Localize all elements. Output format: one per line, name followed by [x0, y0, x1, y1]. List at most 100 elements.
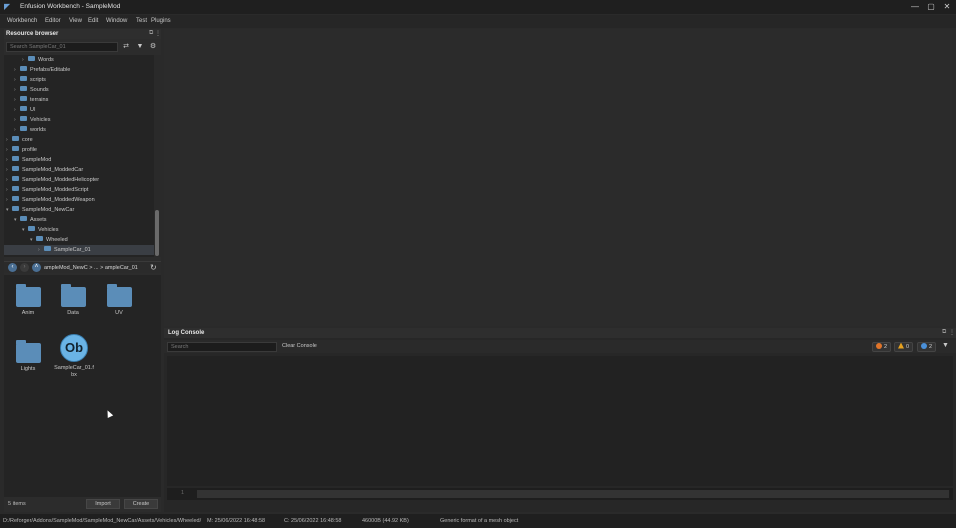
tree-item[interactable]: › profile: [4, 145, 154, 155]
status-path: D:/Reforger/Addons/SampleMod/SampleMod_N…: [3, 518, 202, 524]
tree-item-label: Sounds: [30, 87, 49, 93]
folder-icon: [20, 76, 27, 82]
asset-fbx-samplecar[interactable]: Ob SampleCar_01.f bx: [52, 334, 96, 379]
close-icon[interactable]: ✕: [940, 2, 954, 12]
panel-menu-icon[interactable]: ⋮: [155, 30, 161, 37]
error-icon: [876, 342, 882, 349]
log-filter-icon[interactable]: ▼: [942, 342, 949, 349]
log-toolbar: Search Clear Console 2 0 2 ▼: [164, 340, 956, 353]
app-logo-icon: ◤: [4, 2, 11, 11]
up-icon[interactable]: ˄: [32, 263, 41, 272]
clear-console-button[interactable]: Clear Console: [282, 343, 317, 349]
menu-editor[interactable]: Editor: [45, 17, 61, 26]
tree-item[interactable]: › worlds: [4, 125, 154, 135]
log-console-header: Log Console ⧉ ⋮: [164, 328, 956, 338]
breadcrumb[interactable]: ampleMod_NewC > ... > ampleCar_01: [44, 264, 148, 272]
folder-icon: [12, 186, 19, 192]
menu-test[interactable]: Test: [136, 17, 147, 26]
asset-folder-data[interactable]: Data: [51, 284, 95, 317]
folder-icon: [28, 56, 35, 62]
back-icon[interactable]: ‹: [8, 263, 17, 272]
tree-item[interactable]: › SampleMod: [4, 155, 154, 165]
tree-item-label: SampleMod_ModdedCar: [22, 167, 84, 173]
error-counter[interactable]: 2: [872, 342, 892, 352]
resource-footer: 5 items Import Create: [4, 497, 161, 512]
info-counter[interactable]: 2: [917, 342, 937, 352]
menu-plugins[interactable]: Plugins: [151, 17, 171, 26]
resource-search-input[interactable]: Search SampleCar_01: [6, 42, 118, 52]
object-icon: Ob: [60, 334, 88, 362]
command-input[interactable]: [197, 490, 949, 498]
menu-workbench[interactable]: Workbench: [7, 17, 37, 26]
tree-item[interactable]: › SampleMod_ModdedScript: [4, 185, 154, 195]
menu-edit[interactable]: Edit: [88, 17, 98, 26]
minimize-icon[interactable]: —: [908, 2, 922, 12]
swap-icon[interactable]: ⇄: [121, 42, 131, 52]
tree-item-label: SampleMod_ModdedWeapon: [22, 197, 95, 203]
tree-item-label: scripts: [30, 77, 46, 83]
menu-view[interactable]: View: [69, 17, 82, 26]
tree-item-label: Prefabs/Editable: [30, 67, 71, 73]
tree-item[interactable]: ▾ Assets: [4, 215, 154, 225]
folder-icon: [12, 206, 19, 212]
warning-counter[interactable]: 0: [894, 342, 914, 352]
asset-folder-anim[interactable]: Anim: [6, 284, 50, 317]
asset-folder-uv[interactable]: UV: [97, 284, 141, 317]
undock-icon[interactable]: ⧉: [942, 329, 946, 336]
tree-item[interactable]: › Vehicles: [4, 115, 154, 125]
refresh-icon[interactable]: ↻: [150, 263, 157, 272]
tree-item-label: Assets: [30, 217, 47, 223]
tree-item[interactable]: › Words: [4, 55, 154, 65]
log-search-input[interactable]: Search: [167, 342, 277, 352]
status-created: C: 25/06/2022 16:48:58: [284, 518, 342, 524]
folder-icon: [106, 284, 132, 307]
folder-icon: [15, 340, 41, 363]
folder-icon: [12, 176, 19, 182]
tree-item[interactable]: ▾ SampleMod_NewCar: [4, 205, 154, 215]
title-bar: ◤ Enfusion Workbench - SampleMod — ▢ ✕: [0, 0, 956, 14]
tree-item[interactable]: › scripts: [4, 75, 154, 85]
panel-menu-icon[interactable]: ⋮: [949, 329, 955, 336]
menu-window[interactable]: Window: [106, 17, 127, 26]
path-bar: ‹ › ˄ ampleMod_NewC > ... > ampleCar_01 …: [4, 261, 161, 273]
tree-item[interactable]: › UI: [4, 105, 154, 115]
scrollbar-thumb[interactable]: [155, 210, 159, 256]
tree-item-label: SampleMod_ModdedScript: [22, 187, 89, 193]
editor-viewport[interactable]: [164, 29, 952, 326]
create-button[interactable]: Create: [124, 499, 158, 509]
tree-item[interactable]: › SampleMod_ModdedHelicopter: [4, 175, 154, 185]
tree-item-label: core: [22, 137, 33, 143]
tree-item[interactable]: › SampleMod_ModdedCar: [4, 165, 154, 175]
window-title: Enfusion Workbench - SampleMod: [20, 3, 121, 10]
folder-icon: [28, 226, 35, 232]
status-size: 46000B (44.92 KB): [362, 518, 409, 524]
folder-icon: [12, 196, 19, 202]
import-button[interactable]: Import: [86, 499, 120, 509]
tree-item[interactable]: ▾ Wheeled: [4, 235, 154, 245]
log-output[interactable]: [167, 356, 953, 486]
tree-item[interactable]: › Prefabs/Editable: [4, 65, 154, 75]
tree-item-label: SampleMod_NewCar: [22, 207, 75, 213]
gear-icon[interactable]: ⚙: [148, 42, 158, 52]
tree-scrollbar[interactable]: [154, 55, 161, 257]
folder-icon: [60, 284, 86, 307]
tree-item-label: profile: [22, 147, 37, 153]
folder-icon: [20, 106, 27, 112]
asset-folder-lights[interactable]: Lights: [6, 340, 50, 373]
maximize-icon[interactable]: ▢: [924, 2, 938, 12]
tree-item[interactable]: › core: [4, 135, 154, 145]
tree-item[interactable]: ▾ Vehicles: [4, 225, 154, 235]
tree-item-label: terrains: [30, 97, 49, 103]
tree-item[interactable]: › SampleCar_01: [4, 245, 154, 255]
filter-icon[interactable]: ▼: [135, 42, 145, 52]
tree-item[interactable]: › Sounds: [4, 85, 154, 95]
tree-item[interactable]: › SampleMod_ModdedWeapon: [4, 195, 154, 205]
forward-icon[interactable]: ›: [20, 263, 29, 272]
folder-icon: [15, 284, 41, 307]
folder-icon: [20, 86, 27, 92]
tree-item[interactable]: › terrains: [4, 95, 154, 105]
warning-icon: [898, 342, 904, 349]
menu-bar: Workbench Editor View Edit Window Test P…: [0, 15, 956, 28]
folder-icon: [12, 136, 19, 142]
undock-icon[interactable]: ⧉: [149, 30, 153, 37]
